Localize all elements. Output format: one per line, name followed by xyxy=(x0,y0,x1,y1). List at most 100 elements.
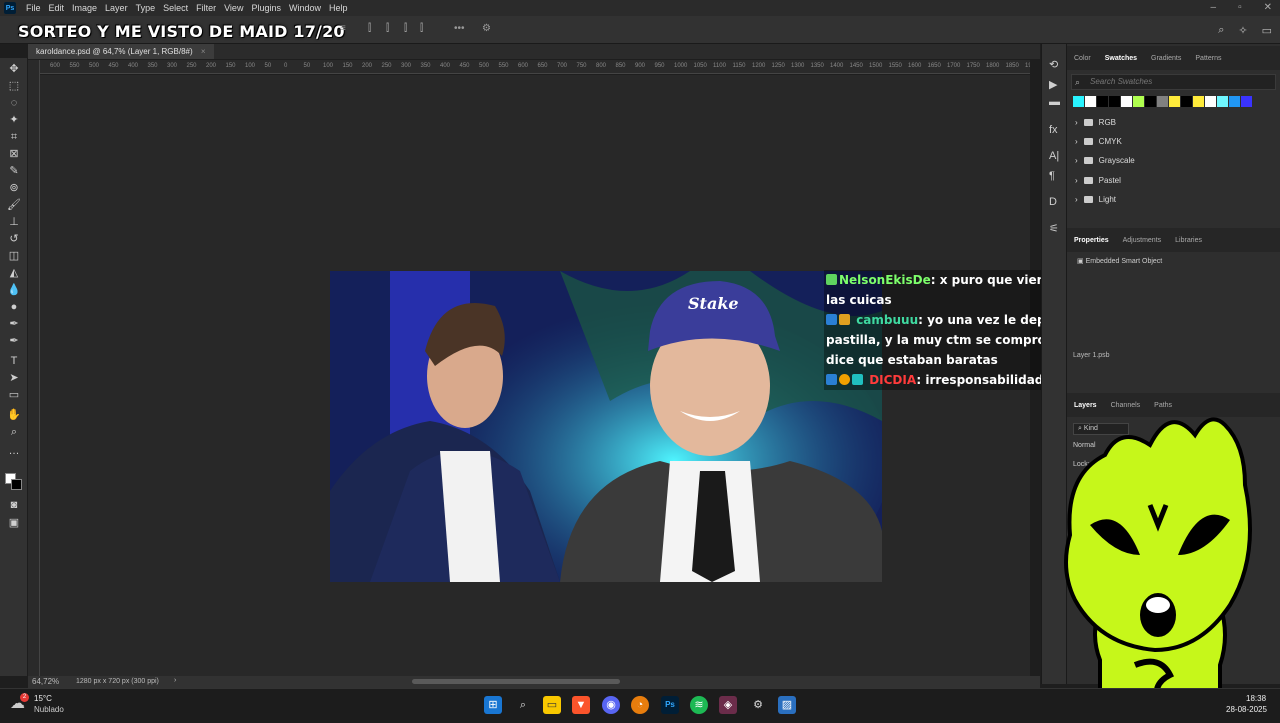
color-swatch[interactable] xyxy=(1157,96,1168,107)
stamp-tool-icon[interactable]: ⊥ xyxy=(6,215,22,229)
color-swatch[interactable] xyxy=(1241,96,1252,107)
lasso-tool-icon[interactable]: ◌ xyxy=(6,96,22,110)
crop-tool-icon[interactable]: ⌗ xyxy=(6,130,22,144)
quick-mask-icon[interactable]: ◙ xyxy=(6,498,22,512)
close-icon[interactable]: ✕ xyxy=(1264,2,1272,13)
rectangle-tool-icon[interactable]: ▭ xyxy=(6,388,22,402)
file-explorer-icon[interactable]: ▭ xyxy=(543,696,561,714)
fx-icon[interactable]: fx xyxy=(1049,124,1058,136)
search-icon[interactable]: ⌕ xyxy=(1218,24,1224,37)
magic-wand-tool-icon[interactable]: ✦ xyxy=(6,113,22,127)
color-swatch[interactable] xyxy=(1097,96,1108,107)
dodge-tool-icon[interactable]: ● xyxy=(6,300,22,314)
align-left-icon[interactable]: ⫿ xyxy=(368,24,378,34)
pen-tool-icon[interactable]: ✒ xyxy=(6,317,22,331)
swatch-folder-light[interactable]: › Light xyxy=(1075,195,1116,204)
workspace-icon[interactable]: ▭ xyxy=(1262,24,1272,37)
menu-edit[interactable]: Edit xyxy=(45,3,69,13)
menu-image[interactable]: Image xyxy=(68,3,101,13)
menu-file[interactable]: File xyxy=(22,3,45,13)
search-icon[interactable]: ⌕ xyxy=(514,696,532,714)
distribute-icon[interactable]: ⫿ xyxy=(420,24,430,34)
color-swatch[interactable] xyxy=(1169,96,1180,107)
screen-mode-icon[interactable]: ▣ xyxy=(6,516,22,530)
swatch-search-input[interactable]: Search Swatches xyxy=(1071,74,1276,90)
chevron-right-icon[interactable]: › xyxy=(174,677,176,684)
align-center-icon[interactable]: ⫿ xyxy=(386,24,396,34)
color-swatch[interactable] xyxy=(1073,96,1084,107)
gradient-tool-icon[interactable]: ◭ xyxy=(6,266,22,280)
move-tool-icon[interactable]: ✥ xyxy=(6,62,22,76)
align-right-icon[interactable]: ⫿ xyxy=(404,24,414,34)
zoom-level[interactable]: 64,72% xyxy=(32,677,59,686)
color-swatch[interactable] xyxy=(1217,96,1228,107)
frame-tool-icon[interactable]: ⊠ xyxy=(6,147,22,161)
start-icon[interactable]: ⊞ xyxy=(484,696,502,714)
tab-swatches[interactable]: Swatches xyxy=(1098,55,1144,62)
tab-properties[interactable]: Properties xyxy=(1067,237,1116,244)
gear-icon[interactable]: ⚙ xyxy=(482,24,492,34)
brave-browser-icon[interactable]: ▼ xyxy=(572,696,590,714)
minimize-icon[interactable]: – xyxy=(1211,2,1217,13)
tab-libraries[interactable]: Libraries xyxy=(1168,237,1209,244)
tab-patterns[interactable]: Patterns xyxy=(1188,55,1228,62)
color-swatch[interactable] xyxy=(1193,96,1204,107)
discover-icon[interactable]: ✧ xyxy=(1238,24,1247,37)
hand-tool-icon[interactable]: ✋ xyxy=(6,408,22,422)
clock-date[interactable]: 28-08-2025 xyxy=(1226,705,1267,714)
more-tools-icon[interactable]: … xyxy=(6,444,22,458)
plugin-d-icon[interactable]: D xyxy=(1049,196,1057,208)
actions-play-icon[interactable]: ▶ xyxy=(1049,78,1057,91)
color-swatch[interactable] xyxy=(1109,96,1120,107)
steam-icon[interactable]: ⚙ xyxy=(749,696,767,714)
zoom-tool-icon[interactable]: ⌕ xyxy=(6,425,22,439)
spotify-icon[interactable]: ≋ xyxy=(690,696,708,714)
paragraph-icon[interactable]: ¶ xyxy=(1049,170,1055,182)
tab-adjustments[interactable]: Adjustments xyxy=(1116,237,1169,244)
swatch-folder-rgb[interactable]: › RGB xyxy=(1075,118,1116,127)
history-icon[interactable]: ⟲ xyxy=(1049,58,1058,71)
menu-help[interactable]: Help xyxy=(325,3,352,13)
eraser-tool-icon[interactable]: ◫ xyxy=(6,249,22,263)
color-swatch[interactable] xyxy=(1121,96,1132,107)
photoshop-taskbar-icon[interactable]: Ps xyxy=(661,696,679,714)
menu-layer[interactable]: Layer xyxy=(101,3,132,13)
blender-icon[interactable]: ◔ xyxy=(631,696,649,714)
brush-tool-icon[interactable]: 🖌 xyxy=(6,198,22,212)
history-brush-tool-icon[interactable]: ↺ xyxy=(6,232,22,246)
image-viewer-icon[interactable]: ▨ xyxy=(778,696,796,714)
path-select-tool-icon[interactable]: ➤ xyxy=(6,371,22,385)
align-icon[interactable]: ≡ xyxy=(340,24,350,34)
background-color-swatch[interactable] xyxy=(11,479,22,490)
swatch-folder-grayscale[interactable]: › Grayscale xyxy=(1075,156,1135,165)
menu-plugins[interactable]: Plugins xyxy=(247,3,285,13)
menu-window[interactable]: Window xyxy=(285,3,325,13)
pen-tool-icon-2[interactable]: ✒ xyxy=(6,334,22,348)
document-tab[interactable]: karoldance.psd @ 64,7% (Layer 1, RGB/8#)… xyxy=(28,44,214,59)
swatch-folder-pastel[interactable]: › Pastel xyxy=(1075,176,1121,185)
color-swatch[interactable] xyxy=(1229,96,1240,107)
document-artwork[interactable]: Stake xyxy=(330,271,882,582)
tab-color[interactable]: Color xyxy=(1067,55,1098,62)
tab-gradients[interactable]: Gradients xyxy=(1144,55,1188,62)
color-swatch[interactable] xyxy=(1205,96,1216,107)
app-icon[interactable]: ◈ xyxy=(719,696,737,714)
color-swatch[interactable] xyxy=(1181,96,1192,107)
maximize-icon[interactable]: ▫ xyxy=(1238,2,1242,13)
menu-filter[interactable]: Filter xyxy=(192,3,220,13)
menu-select[interactable]: Select xyxy=(159,3,192,13)
eyedropper-tool-icon[interactable]: ✎ xyxy=(6,164,22,178)
blur-tool-icon[interactable]: 💧 xyxy=(6,283,22,297)
menu-type[interactable]: Type xyxy=(132,3,160,13)
color-swatch[interactable] xyxy=(1085,96,1096,107)
more-options-icon[interactable]: ••• xyxy=(454,24,465,34)
clock-time[interactable]: 18:38 xyxy=(1246,694,1266,703)
comments-icon[interactable]: ▬ xyxy=(1049,96,1060,108)
swatch-folder-cmyk[interactable]: › CMYK xyxy=(1075,137,1122,146)
character-icon[interactable]: A| xyxy=(1049,150,1059,162)
marquee-tool-icon[interactable]: ⬚ xyxy=(6,79,22,93)
healing-tool-icon[interactable]: ⊚ xyxy=(6,181,22,195)
pins-icon[interactable]: ⚟ xyxy=(1049,222,1059,235)
menu-view[interactable]: View xyxy=(220,3,247,13)
close-tab-icon[interactable]: × xyxy=(201,47,206,56)
